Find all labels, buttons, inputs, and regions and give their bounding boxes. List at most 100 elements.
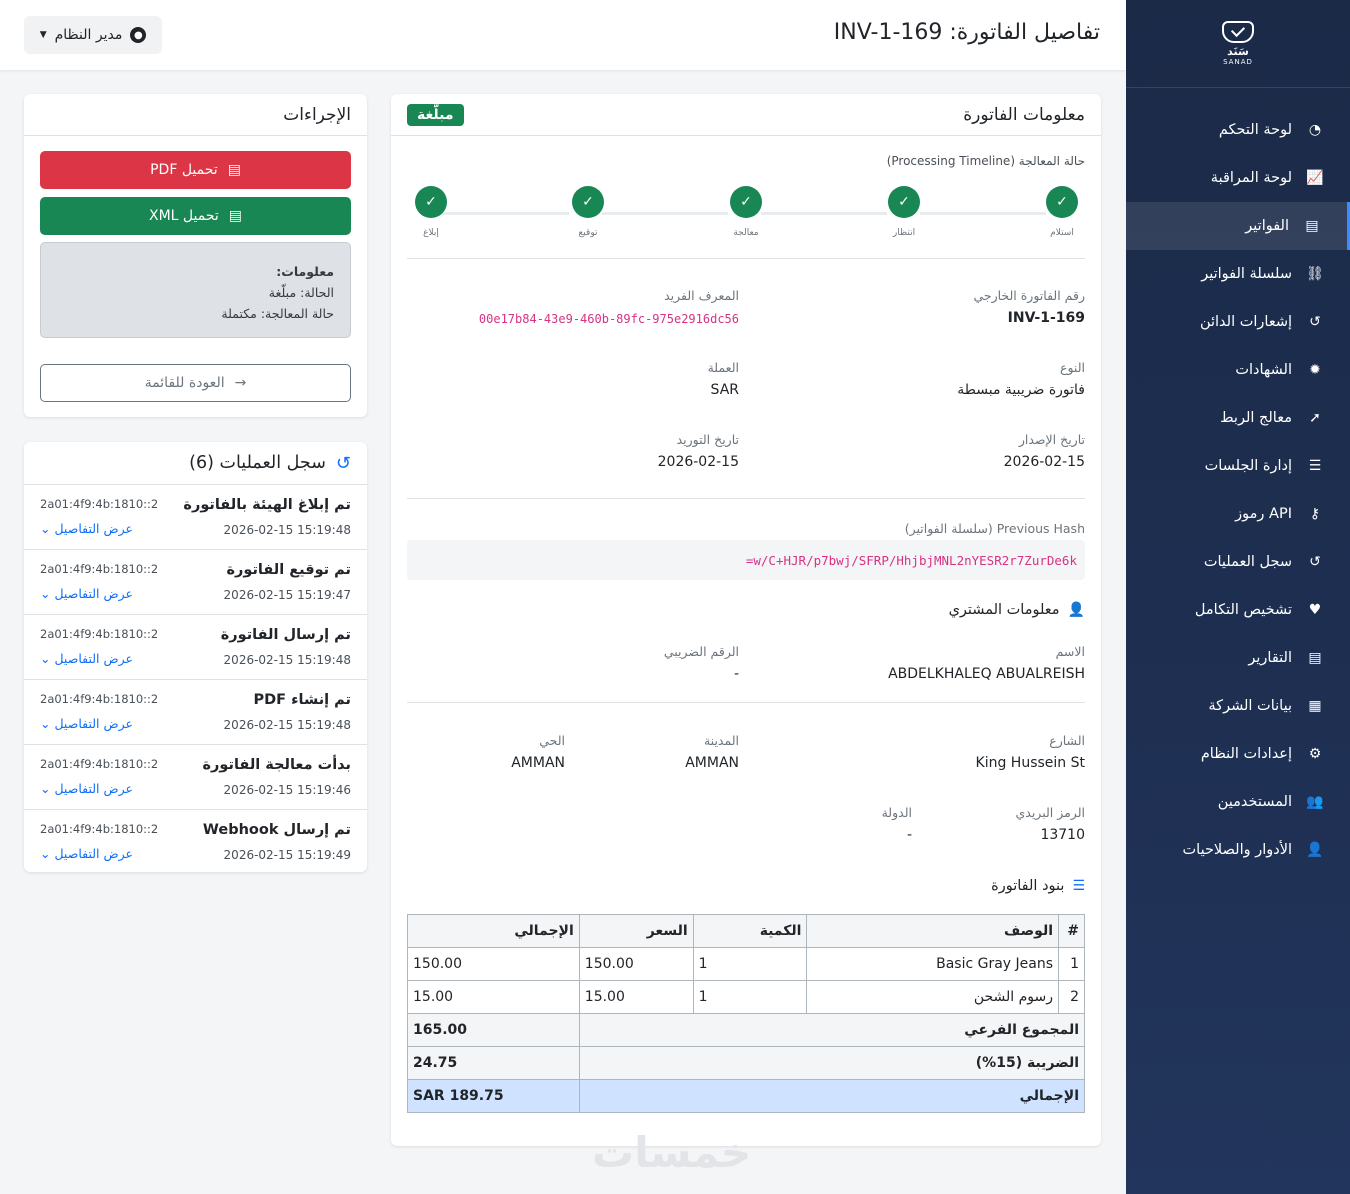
back-to-list-label: العودة للقائمة (144, 375, 225, 391)
sidebar-item-16[interactable]: 👤 الأدوار والصلاحيات (1126, 826, 1350, 874)
sidebar-item-4[interactable]: ⛓ سلسلة الفواتير (1126, 250, 1350, 298)
log-entry: تم إرسال Webhook 2a01:4f9:4b:1810::2 2026-… (24, 809, 367, 874)
cell-description: Basic Gray Jeans (806, 947, 1060, 981)
chevron-down-icon: ⌄ (40, 781, 51, 796)
sanad-logo[interactable]: سَنَد SANAD (1126, 0, 1350, 88)
external-number: INV-1-169 (1007, 310, 1085, 326)
show-details-link[interactable]: عرض التفاصيل ⌄ (40, 521, 133, 536)
sidebar-item-6[interactable]: ✹ الشهادات (1126, 346, 1350, 394)
buyer-section-title: 👤 معلومات المشتري (949, 602, 1085, 618)
log-entry-time: 2026-02-15 15:19:47 (223, 588, 351, 602)
download-pdf-button[interactable]: ▤ تحميل PDF (40, 151, 351, 189)
cell-price: 15.00 (578, 980, 694, 1014)
log-entry: تم إرسال الفاتورة 2a01:4f9:4b:1810::22026… (24, 614, 367, 679)
log-entry-title: تم إبلاغ الهيئة بالفاتورة (183, 497, 351, 513)
cell-description: رسوم الشحن (806, 980, 1060, 1014)
cell-quantity: 1 (692, 980, 808, 1014)
gears-icon: ⚙ (1308, 746, 1322, 762)
show-details-link[interactable]: عرض التفاصيل ⌄ (40, 716, 133, 731)
type-value: فاتورة ضريبية مبسطة (957, 382, 1085, 398)
log-entry-ip: 2a01:4f9:4b:1810::2 (40, 627, 159, 641)
sidebar-item-14[interactable]: ⚙ إعدادات النظام (1126, 730, 1350, 778)
watermark: خمسات (592, 1128, 752, 1177)
country-value: - (906, 827, 912, 843)
info-status: الحالة: مبلّغة (268, 285, 334, 300)
building-icon: ▦ (1308, 698, 1322, 714)
timeline-step-label: إبلاغ (423, 228, 439, 238)
timeline-step-label: انتظار (892, 228, 916, 238)
cell-total: 15.00 (407, 980, 580, 1014)
log-entry-title: تم إرسال Webhook (202, 822, 351, 838)
details-link-label: عرض التفاصيل (54, 586, 133, 601)
issue-date-label: تاريخ الإصدار (1018, 432, 1085, 447)
chevron-down-icon: ⌄ (40, 586, 51, 601)
total-row: الإجمالي SAR 189.75 (407, 1079, 1086, 1113)
file-code-icon: ▤ (228, 208, 243, 224)
show-details-link[interactable]: عرض التفاصيل ⌄ (40, 781, 133, 796)
timeline-connector (443, 212, 569, 215)
log-entry-time: 2026-02-15 15:19:49 (223, 848, 351, 862)
log-entry-time: 2026-02-15 15:19:48 (223, 653, 351, 667)
sidebar-item-9[interactable]: ⚷ رموز API (1126, 490, 1350, 538)
cell-price: 150.00 (578, 947, 694, 981)
caret-down-icon: ▼ (39, 30, 47, 40)
invoice-file-icon: ▤ (1305, 218, 1319, 234)
sidebar-item-3[interactable]: ▤ الفواتير (1126, 202, 1350, 250)
log-entry: بدأت معالجة الفاتورة 2a01:4f9:4b:1810::2 2… (24, 744, 367, 809)
sidebar-item-1[interactable]: ◔ لوحة التحكم (1126, 106, 1350, 154)
user-menu-button[interactable]: ● مدير النظام ▼ (24, 16, 162, 54)
sidebar-item-5[interactable]: ↺ إشعارات الدائن (1126, 298, 1350, 346)
divider (407, 702, 1085, 703)
details-link-label: عرض التفاصيل (54, 716, 133, 731)
log-entry: تم توقيع الفاتورة 2a01:4f9:4b:1810::2 2026… (24, 549, 367, 614)
download-pdf-label: تحميل PDF (150, 162, 218, 178)
info-title: معلومات: (276, 264, 334, 279)
sidebar-item-7[interactable]: ➚ معالج الربط (1126, 394, 1350, 442)
sidebar-item-8[interactable]: ☰ إدارة الجلسات (1126, 442, 1350, 490)
sidebar-item-10[interactable]: ↺ سجل العمليات (1126, 538, 1350, 586)
log-entry-time: 2026-02-15 15:19:48 (223, 718, 351, 732)
country-label: الدولة (881, 805, 912, 820)
sidebar-item-label: رموز API (1235, 506, 1292, 522)
arrow-right-icon: → (234, 375, 247, 391)
audit-log-title-text: سجل العمليات (6) (189, 453, 326, 473)
divider (407, 258, 1085, 259)
supply-date: 2026-02-15 (657, 454, 739, 470)
tax-number: - (733, 666, 739, 682)
timeline-step-label: توقيع (578, 228, 598, 238)
show-details-link[interactable]: عرض التفاصيل ⌄ (40, 651, 133, 666)
back-to-list-button[interactable]: → العودة للقائمة (40, 364, 351, 402)
sidebar-item-13[interactable]: ▦ بيانات الشركة (1126, 682, 1350, 730)
subtotal-value: 165.00 (407, 1013, 580, 1047)
divider (407, 498, 1085, 499)
check-icon: ✓ (888, 186, 920, 218)
heartbeat-icon: ♥ (1308, 602, 1322, 618)
sidebar-item-label: إدارة الجلسات (1204, 458, 1292, 474)
sidebar-item-label: لوحة التحكم (1218, 122, 1292, 138)
sidebar-item-label: إشعارات الدائن (1199, 314, 1292, 330)
history-icon: ↺ (1309, 554, 1321, 570)
status-badge: مبلّغة (407, 103, 464, 126)
chevron-down-icon: ⌄ (40, 521, 51, 536)
log-entry-title: تم إرسال الفاتورة (220, 627, 351, 643)
logo-name: سَنَد (1227, 45, 1249, 58)
items-title-text: بنود الفاتورة (991, 878, 1065, 894)
download-xml-button[interactable]: ▤ تحميل XML (40, 197, 351, 235)
user-lock-icon: 👤 (1306, 842, 1324, 858)
log-entry: تم إبلاغ الهيئة بالفاتورة 2a01:4f9:4b:181… (24, 484, 367, 549)
show-details-link[interactable]: عرض التفاصيل ⌄ (40, 586, 133, 601)
sidebar-item-2[interactable]: 📈 لوحة المراقبة (1126, 154, 1350, 202)
sidebar-item-12[interactable]: ▤ التقارير (1126, 634, 1350, 682)
invoice-items-table: # الوصف الكمية السعر الإجمالي 1 Basic Gr… (407, 914, 1086, 1113)
csv-file-icon: ▤ (1308, 650, 1322, 666)
tax-value: 24.75 (407, 1046, 580, 1080)
total-label: الإجمالي (578, 1079, 1086, 1113)
sidebar-item-11[interactable]: ♥ تشخيص التكامل (1126, 586, 1350, 634)
supply-date-label: تاريخ التوريد (676, 432, 739, 447)
details-link-label: عرض التفاصيل (54, 521, 133, 536)
show-details-link[interactable]: عرض التفاصيل ⌄ (40, 846, 133, 861)
sidebar-item-15[interactable]: 👥 المستخدمين (1126, 778, 1350, 826)
city-value: AMMAN (685, 755, 739, 771)
user-icon: 👤 (1067, 602, 1085, 618)
cell-quantity: 1 (692, 947, 808, 981)
